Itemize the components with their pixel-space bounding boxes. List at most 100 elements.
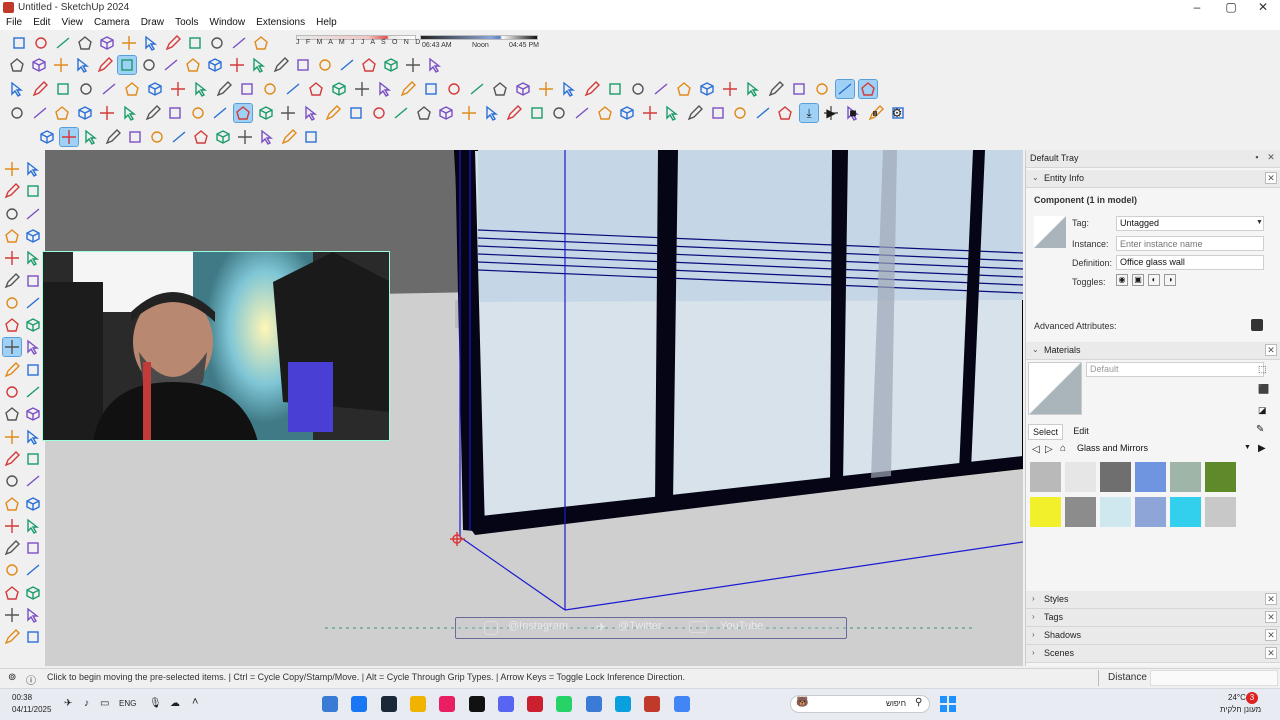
menu-window[interactable]: Window [206,16,250,29]
toolbar-3-tool-21-icon[interactable] [468,80,486,98]
toolbar-5-tool-6-icon[interactable] [148,128,166,146]
toolbar-5-tool-11-icon[interactable] [258,128,276,146]
toolbar-4-tool-25-icon[interactable] [550,104,568,122]
receive-shadows-icon[interactable]: ◐ [1148,274,1160,286]
toolbar-1-tool-12-icon[interactable] [252,34,270,52]
toolbar-3-tool-36-icon[interactable] [813,80,831,98]
toolbar-2-tool-12-icon[interactable] [250,56,268,74]
shadows-close-icon[interactable]: ✕ [1265,629,1277,641]
taskbar-search-box[interactable] [790,695,930,713]
toolbar-4-tool-34-icon[interactable] [754,104,772,122]
toolbar-4-tool-19-icon[interactable] [415,104,433,122]
left-tool-6-icon[interactable] [24,205,42,223]
close-icon[interactable]: ✕ [1246,0,1280,16]
forward-arrow-icon[interactable]: ▷ [1045,444,1053,455]
left-tool-22-icon[interactable] [24,383,42,401]
toolbar-2-tool-14-icon[interactable] [294,56,312,74]
lock-icon[interactable]: ▣ [1132,274,1144,286]
material-swatch[interactable] [1100,462,1131,492]
sample-paint-icon[interactable]: ✎ [1256,424,1264,435]
toolbar-3-tool-27-icon[interactable] [606,80,624,98]
scenes-close-icon[interactable]: ✕ [1265,647,1277,659]
taskbar-app-6-icon[interactable] [468,696,485,712]
styles-close-icon[interactable]: ✕ [1265,593,1277,605]
toolbar-4-tool-21-icon[interactable] [460,104,478,122]
toolbar-3-tool-12-icon[interactable] [261,80,279,98]
toolbar-4-tool-31-icon[interactable] [686,104,704,122]
material-swatch[interactable] [1100,497,1131,527]
measurements-input[interactable] [1150,670,1278,686]
taskbar-app-5-icon[interactable] [439,696,456,712]
details-arrow-icon[interactable]: ▶ [1258,443,1266,454]
toolbar-2-tool-9-icon[interactable] [184,56,202,74]
toolbar-2-tool-13-icon[interactable] [272,56,290,74]
menu-help[interactable]: Help [312,16,341,29]
toolbar-4-tool-7-icon[interactable] [144,104,162,122]
left-tool-1-icon[interactable] [3,160,21,178]
toolbar-4-tool-32-icon[interactable] [709,104,727,122]
left-tool-12-icon[interactable] [24,272,42,290]
taskbar-app-10-icon[interactable] [585,696,602,712]
material-swatch[interactable] [1170,462,1201,492]
toolbar-3-tool-37-icon[interactable] [835,79,855,99]
toolbar-2-tool-5-icon[interactable] [96,56,114,74]
styles-header[interactable]: › Styles ✕ [1026,591,1280,609]
toolbar-4-tool-8-icon[interactable] [166,104,184,122]
toolbar-1-tool-7-icon[interactable] [142,34,160,52]
toolbar-3-tool-11-icon[interactable] [238,80,256,98]
left-tool-7-icon[interactable] [3,227,21,245]
tags-close-icon[interactable]: ✕ [1265,611,1277,623]
toolbar-2-tool-15-icon[interactable] [316,56,334,74]
toolbar-4-tool-2-icon[interactable] [31,104,49,122]
toolbar-4-tool-4-icon[interactable] [76,104,94,122]
toolbar-1-tool-10-icon[interactable] [208,34,226,52]
toolbar-2-tool-4-icon[interactable] [74,56,92,74]
left-tool-35-icon[interactable] [3,539,21,557]
material-swatch[interactable] [1135,497,1166,527]
left-tool-38-icon[interactable] [24,561,42,579]
toolbar-3-tool-29-icon[interactable] [652,80,670,98]
attributes-icon[interactable] [1251,319,1263,331]
left-tool-13-icon[interactable] [3,294,21,312]
microphone-icon[interactable]: 🎙 [149,698,162,709]
left-tool-24-icon[interactable] [24,405,42,423]
toolbar-5-tool-1-icon[interactable] [38,128,56,146]
toolbar-2-tool-20-icon[interactable] [426,56,444,74]
entity-info-close-icon[interactable]: ✕ [1265,172,1277,184]
left-tool-25-icon[interactable] [3,428,21,446]
menu-tools[interactable]: Tools [171,16,202,29]
toolbar-5-tool-7-icon[interactable] [170,128,188,146]
toolbar-4-tool-9-icon[interactable] [189,104,207,122]
toolbar-4-tool-18-icon[interactable] [392,104,410,122]
toolbar-4-tool-1-icon[interactable] [8,104,26,122]
toolbar-4-tool-3-icon[interactable] [53,104,71,122]
toolbar-3-tool-7-icon[interactable] [146,80,164,98]
toolbar-3-tool-17-icon[interactable] [376,80,394,98]
left-tool-16-icon[interactable] [24,316,42,334]
toolbar-4-tool-5-icon[interactable] [98,104,116,122]
toolbar-4-tool-20-icon[interactable] [437,104,455,122]
toolbar-2-tool-8-icon[interactable] [162,56,180,74]
taskbar-app-1-icon[interactable] [322,696,338,712]
toolbar-1-tool-4-icon[interactable] [76,34,94,52]
toolbar-3-tool-14-icon[interactable] [307,80,325,98]
menu-camera[interactable]: Camera [90,16,134,29]
left-tool-2-icon[interactable] [24,160,42,178]
settings-gear-icon[interactable]: ⚙ [888,104,906,122]
material-swatch[interactable] [1030,497,1061,527]
left-tool-33-icon[interactable] [3,517,21,535]
toolbar-3-tool-23-icon[interactable] [514,80,532,98]
toolbar-3-tool-32-icon[interactable] [721,80,739,98]
toolbar-3-tool-6-icon[interactable] [123,80,141,98]
left-tool-41-icon[interactable] [3,606,21,624]
info-icon[interactable]: ⓘ [26,672,36,687]
toolbar-2-tool-11-icon[interactable] [228,56,246,74]
toolbar-1-tool-1-icon[interactable] [10,34,28,52]
left-tool-20-icon[interactable] [24,361,42,379]
speaker-icon[interactable]: ♪ [84,698,89,709]
tags-header[interactable]: › Tags ✕ [1026,609,1280,627]
stop-icon[interactable]: ■ [844,104,862,122]
materials-tab-edit[interactable]: Edit [1066,424,1096,440]
notifications-icon[interactable]: ✈ [64,698,72,709]
shadows-header[interactable]: › Shadows ✕ [1026,627,1280,645]
